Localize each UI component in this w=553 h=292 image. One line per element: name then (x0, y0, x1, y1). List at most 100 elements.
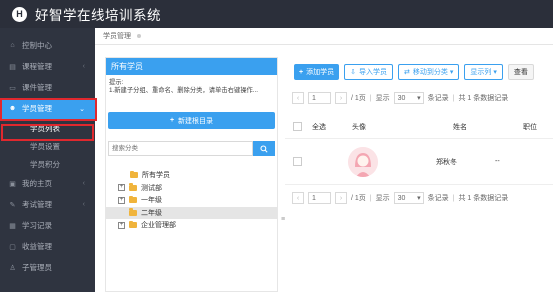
chevron-left-icon: ‹ (296, 194, 300, 202)
next-page-button[interactable]: › (335, 192, 347, 204)
new-root-folder-button[interactable]: + 新建根目录 (108, 112, 275, 129)
tree-tip-title: 提示: (109, 79, 124, 86)
table-header: 全选 头像 姓名 职位 (285, 115, 553, 139)
record-icon: ▦ (9, 222, 16, 230)
course-icon: ▤ (9, 63, 16, 71)
sidebar-item-label: 控制中心 (22, 41, 52, 50)
swap-icon: ⇄ (403, 69, 410, 76)
caret-down-icon: ▾ (417, 95, 421, 102)
page-size-value: 30 (397, 194, 406, 202)
column-header-position: 职位 (523, 123, 537, 131)
panel-splitter-handle[interactable]: ≡ (281, 216, 285, 223)
sidebar-item-courseware[interactable]: ▭ 课件管理 (0, 77, 95, 98)
tree-node[interactable]: 所有学员 (106, 169, 277, 182)
sidebar-item-exams[interactable]: ✎ 考试管理 ‹ (0, 194, 95, 215)
separator: | (369, 194, 372, 202)
page-size-select[interactable]: 30 ▾ (393, 92, 424, 104)
total-records-text: 共 1 条数据记录 (458, 195, 509, 202)
courseware-icon: ▭ (9, 84, 16, 92)
tree-panel-header: 所有学员 (106, 58, 277, 75)
folder-icon (130, 170, 138, 179)
sidebar-item-revenue[interactable]: ▢ 收益管理 (0, 236, 95, 257)
table-row[interactable]: 郑秋冬 -- (285, 139, 553, 185)
revenue-icon: ▢ (9, 243, 16, 251)
tree-node[interactable]: + 企业管理部 (106, 219, 277, 232)
view-button[interactable]: 查看 (507, 64, 534, 80)
tree-node-label: 所有学员 (142, 172, 170, 180)
prev-page-button[interactable]: ‹ (292, 192, 304, 204)
sidebar-item-label: 我的主页 (22, 179, 52, 188)
tree-node-label: 测试部 (141, 184, 162, 192)
category-tree-panel: 所有学员 提示: 1.新建子分组、重命名、删除分类，请单击右键操作... + 新… (105, 57, 278, 292)
select-all-checkbox[interactable] (293, 122, 302, 131)
sidebar-item-homepage[interactable]: ▣ 我的主页 ‹ (0, 173, 95, 194)
breadcrumb-label[interactable]: 学员管理 (103, 31, 131, 41)
prev-page-button[interactable]: ‹ (292, 92, 304, 104)
add-student-label: 添加学员 (306, 69, 335, 76)
chevron-right-icon: › (339, 94, 343, 102)
column-header-select-all[interactable]: 全选 (302, 122, 336, 132)
separator: | (452, 94, 455, 102)
breadcrumb-dot-icon (137, 34, 141, 38)
sidebar-item-label: 课件管理 (22, 83, 52, 92)
next-page-button[interactable]: › (335, 92, 347, 104)
caret-down-icon: ▾ (493, 69, 497, 76)
row-checkbox[interactable] (293, 157, 302, 166)
per-page-label: 条记录 (427, 195, 449, 202)
folder-icon (129, 208, 137, 216)
category-search-input[interactable] (108, 141, 253, 156)
pager-bottom: ‹ 1 › / 1页 | 显示 30 ▾ 条记录 | 共 1 条数据记录 (292, 191, 508, 205)
top-bar: H 好智学在线培训系统 (0, 0, 553, 28)
page-number-input[interactable]: 1 (308, 192, 331, 204)
total-records-text: 共 1 条数据记录 (458, 95, 509, 102)
sidebar-subitem-student-points[interactable]: 学员积分 (0, 155, 95, 173)
tree-node-label: 二年级 (141, 209, 162, 217)
move-to-category-button[interactable]: ⇄ 移动到分类 ▾ (397, 64, 460, 80)
sidebar-item-label: 考试管理 (22, 200, 52, 209)
expand-icon[interactable]: + (118, 184, 125, 192)
chevron-right-icon: › (339, 194, 343, 202)
page-number-input[interactable]: 1 (308, 92, 331, 104)
show-columns-button[interactable]: 显示列 ▾ (464, 64, 503, 80)
folder-icon (129, 195, 137, 204)
avatar-girl-icon (348, 146, 378, 177)
add-student-button[interactable]: + 添加学员 (294, 64, 340, 80)
sidebar-item-dashboard[interactable]: ⌂ 控制中心 (0, 35, 95, 56)
chevron-left-icon: ‹ (82, 63, 85, 70)
expand-icon[interactable]: + (118, 221, 125, 229)
highlight-box-student-list (1, 124, 94, 141)
sidebar-item-label: 子管理员 (22, 263, 52, 272)
sidebar-item-sub-admins[interactable]: ♙ 子管理员 (0, 257, 95, 278)
total-pages-text: / 1页 (351, 95, 366, 102)
tree-node[interactable]: + 测试部 (106, 182, 277, 195)
category-search-row (108, 141, 275, 156)
import-student-button[interactable]: ⇩ 导入学员 (344, 64, 393, 80)
tree-node[interactable]: + 一年级 (106, 194, 277, 207)
new-root-folder-label: 新建根目录 (178, 117, 214, 125)
sidebar: ⌂ 控制中心 ▤ 课程管理 ‹ ▭ 课件管理 ☻ 学员管理 ⌄ 学员列表 学员设… (0, 28, 95, 292)
tree-node-selected[interactable]: 二年级 (106, 206, 277, 219)
sidebar-item-label: 学习记录 (22, 221, 52, 230)
app-title: 好智学在线培训系统 (35, 8, 161, 23)
app-logo: H (12, 6, 27, 22)
expand-icon[interactable]: + (118, 196, 125, 204)
admin-icon: ♙ (9, 264, 16, 272)
caret-down-icon: ▾ (449, 69, 454, 76)
student-table: 全选 头像 姓名 职位 郑秋冬 -- (285, 115, 553, 185)
column-header-avatar: 头像 (352, 123, 366, 131)
plus-icon: + (169, 117, 175, 124)
show-label: 显示 (375, 95, 390, 102)
category-tree: 所有学员 + 测试部 + 一年级 二年级 + 企业管理部 (106, 169, 277, 232)
page-size-select[interactable]: 30 ▾ (393, 192, 424, 204)
category-search-button[interactable] (253, 141, 275, 156)
tree-node-label: 企业管理部 (141, 222, 176, 230)
import-icon: ⇩ (350, 69, 356, 76)
search-icon (260, 144, 268, 153)
student-position: -- (495, 158, 500, 165)
sidebar-item-records[interactable]: ▦ 学习记录 (0, 215, 95, 236)
pager-top: ‹ 1 › / 1页 | 显示 30 ▾ 条记录 | 共 1 条数据记录 (292, 91, 508, 105)
per-page-label: 条记录 (427, 95, 449, 102)
sidebar-item-courses[interactable]: ▤ 课程管理 ‹ (0, 56, 95, 77)
show-label: 显示 (375, 195, 390, 202)
page-size-value: 30 (397, 94, 406, 102)
